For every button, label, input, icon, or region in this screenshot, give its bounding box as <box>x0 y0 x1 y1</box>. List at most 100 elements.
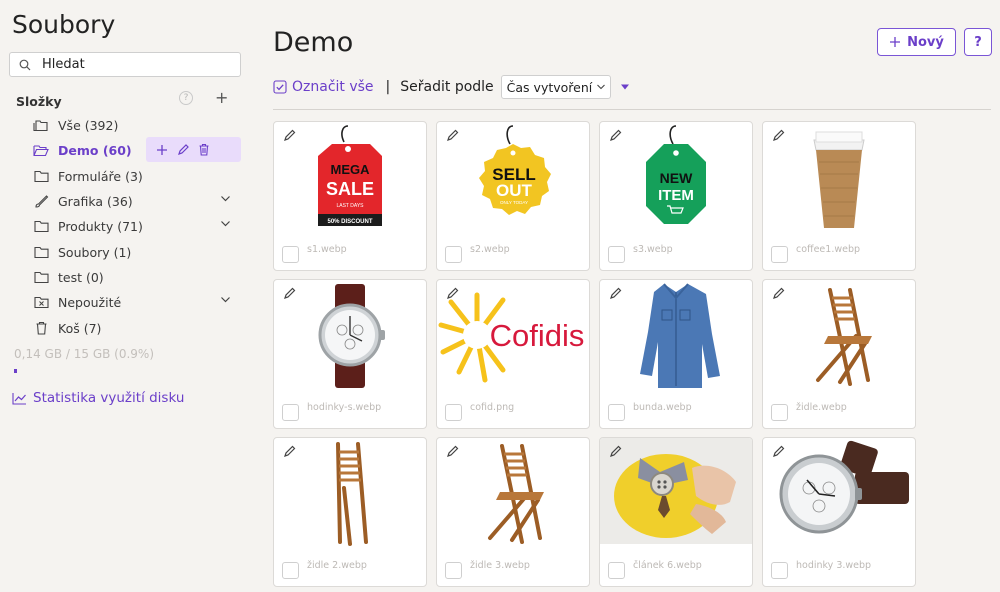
chevron-down-icon[interactable] <box>220 193 231 204</box>
file-checkbox[interactable] <box>445 562 462 579</box>
svg-text:NEW: NEW <box>660 170 693 186</box>
file-checkbox[interactable] <box>282 562 299 579</box>
sidebar-item-nepouzite[interactable]: Nepoužité <box>32 291 240 313</box>
svg-text:ITEM: ITEM <box>658 187 694 204</box>
file-card[interactable]: židle 2.webp <box>273 437 427 587</box>
file-checkbox[interactable] <box>771 404 788 421</box>
folder-icon <box>32 268 50 286</box>
pencil-icon[interactable] <box>609 287 622 300</box>
thumbnail: SELL OUT ONLY TODAY <box>437 122 589 232</box>
new-button-label: Nový <box>907 34 944 50</box>
pencil-icon[interactable] <box>283 287 296 300</box>
storage-usage: 0,14 GB / 15 GB (0.9%) <box>14 347 155 361</box>
folder-open-icon <box>32 141 50 159</box>
sort-direction-icon[interactable] <box>620 83 630 91</box>
wooden-chair-image <box>816 288 872 386</box>
plus-icon <box>890 37 901 47</box>
folder-icon <box>32 167 50 185</box>
select-all-button[interactable]: Označit vše <box>273 79 374 95</box>
chevron-down-icon[interactable] <box>220 294 231 305</box>
thumbnail <box>274 280 426 390</box>
search-box[interactable] <box>9 52 241 77</box>
svg-text:ONLY TODAY: ONLY TODAY <box>500 200 528 205</box>
file-card[interactable]: NEW ITEM s3.webp <box>599 121 753 271</box>
folders-icon <box>32 116 50 134</box>
wristwatch-image <box>318 284 385 388</box>
thumbnail: MEGA SALE LAST DAYS 50% DISCOUNT <box>274 122 426 232</box>
svg-text:Cofidis: Cofidis <box>490 318 585 353</box>
cofidis-logo-image: Cofidis <box>438 292 585 383</box>
file-checkbox[interactable] <box>445 404 462 421</box>
thumbnail: NEW ITEM <box>600 122 752 232</box>
thumbnail <box>274 438 426 548</box>
help-button[interactable]: ? <box>964 28 992 56</box>
disk-stats-link[interactable]: Statistika využití disku <box>12 390 184 406</box>
mega-sale-tag-image: MEGA SALE LAST DAYS 50% DISCOUNT <box>318 125 382 226</box>
file-checkbox[interactable] <box>608 246 625 263</box>
pencil-icon[interactable] <box>446 129 459 142</box>
file-card[interactable]: coffee1.webp <box>762 121 916 271</box>
chevron-down-icon <box>597 84 606 90</box>
thumbnail <box>600 280 752 390</box>
add-folder-button[interactable]: + <box>215 88 228 107</box>
pencil-icon[interactable] <box>446 287 459 300</box>
svg-text:OUT: OUT <box>496 181 533 200</box>
file-card[interactable]: hodinky 3.webp <box>762 437 916 587</box>
pencil-icon[interactable] <box>609 129 622 142</box>
sort-select[interactable]: Čas vytvoření <box>500 75 612 99</box>
sidebar-item-produkty[interactable]: Produkty (71) <box>32 215 240 237</box>
pencil-icon[interactable] <box>772 445 785 458</box>
svg-text:MEGA: MEGA <box>331 162 371 177</box>
file-checkbox[interactable] <box>608 404 625 421</box>
wristwatch-image <box>779 440 909 534</box>
folder-icon <box>32 243 50 261</box>
chevron-down-icon[interactable] <box>220 218 231 229</box>
new-button[interactable]: Nový <box>877 28 956 56</box>
sidebar: Soubory Složky ? + Vše (392) Demo (60) F… <box>0 0 252 592</box>
file-card[interactable]: Cofidis cofid.png <box>436 279 590 429</box>
sidebar-item-demo[interactable]: Demo (60) <box>32 139 240 161</box>
toolbar-divider <box>273 109 991 110</box>
file-card[interactable]: MEGA SALE LAST DAYS 50% DISCOUNT s1.webp <box>273 121 427 271</box>
file-name: hodinky-s.webp <box>307 402 382 413</box>
pencil-icon[interactable] <box>283 445 296 458</box>
sidebar-item-grafika[interactable]: Grafika (36) <box>32 190 240 212</box>
sidebar-item-soubory[interactable]: Soubory (1) <box>32 241 240 263</box>
pencil-icon[interactable] <box>283 129 296 142</box>
file-name: s2.webp <box>470 244 510 255</box>
sidebar-item-test[interactable]: test (0) <box>32 266 240 288</box>
file-name: hodinky 3.webp <box>796 560 872 571</box>
file-checkbox[interactable] <box>445 246 462 263</box>
file-name: židle 2.webp <box>307 560 367 571</box>
file-name: židle 3.webp <box>470 560 530 571</box>
sidebar-item-formulare[interactable]: Formuláře (3) <box>32 165 240 187</box>
pencil-icon[interactable] <box>446 445 459 458</box>
sort-select-value: Čas vytvoření <box>506 79 593 95</box>
file-card[interactable]: SELL OUT ONLY TODAY s2.webp <box>436 121 590 271</box>
file-checkbox[interactable] <box>282 404 299 421</box>
file-card[interactable]: židle 3.webp <box>436 437 590 587</box>
file-name: cofid.png <box>470 402 515 413</box>
sidebar-item-vse[interactable]: Vše (392) <box>32 114 240 136</box>
file-name: s1.webp <box>307 244 347 255</box>
file-name: článek 6.webp <box>633 560 702 571</box>
denim-jacket-image <box>640 283 720 388</box>
file-checkbox[interactable] <box>771 246 788 263</box>
sidebar-item-label: Nepoužité <box>58 294 122 310</box>
file-checkbox[interactable] <box>282 246 299 263</box>
file-checkbox[interactable] <box>771 562 788 579</box>
pencil-icon[interactable] <box>772 287 785 300</box>
file-card[interactable]: židle.webp <box>762 279 916 429</box>
search-input[interactable] <box>42 55 232 74</box>
file-card[interactable]: bunda.webp <box>599 279 753 429</box>
file-checkbox[interactable] <box>608 562 625 579</box>
pencil-icon[interactable] <box>772 129 785 142</box>
sidebar-item-label: Formuláře (3) <box>58 168 143 184</box>
pencil-icon[interactable] <box>609 445 622 458</box>
sidebar-item-kos[interactable]: Koš (7) <box>32 317 240 339</box>
help-icon[interactable]: ? <box>179 91 193 105</box>
file-card[interactable]: hodinky-s.webp <box>273 279 427 429</box>
file-card[interactable]: článek 6.webp <box>599 437 753 587</box>
trash-icon <box>32 319 50 337</box>
sidebar-item-label: Vše (392) <box>58 117 119 133</box>
